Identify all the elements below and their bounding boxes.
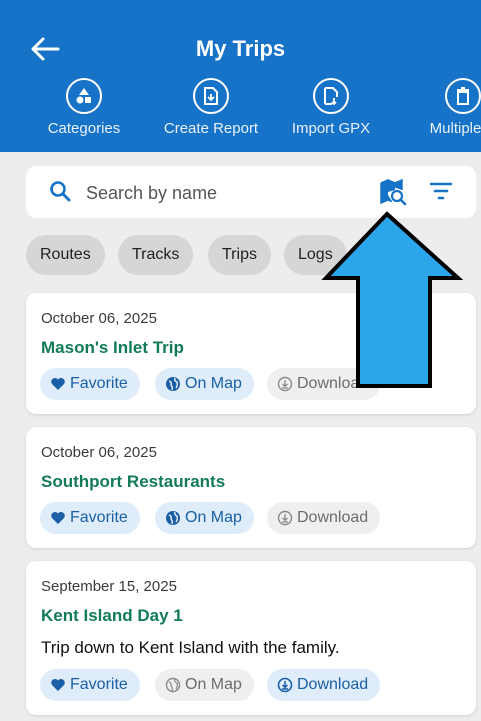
download-label: Download	[297, 676, 369, 693]
heart-icon	[51, 679, 65, 691]
search-bar	[26, 166, 476, 218]
map-search-icon[interactable]	[379, 178, 407, 206]
trip-card[interactable]: October 06, 2025 Mason's Inlet Trip Favo…	[26, 293, 476, 414]
trip-name[interactable]: Southport Restaurants	[41, 472, 225, 492]
favorite-button[interactable]: Favorite	[40, 368, 140, 400]
trash-icon	[445, 78, 481, 114]
import-icon	[313, 78, 349, 114]
chip-tracks[interactable]: Tracks	[118, 235, 194, 275]
download-icon	[277, 376, 293, 392]
trip-card[interactable]: October 06, 2025 Southport Restaurants F…	[26, 427, 476, 548]
download-label: Download	[297, 375, 369, 392]
chip-routes[interactable]: Routes	[26, 235, 105, 275]
favorite-button[interactable]: Favorite	[40, 502, 140, 534]
import-gpx-label: Import GPX	[291, 120, 371, 137]
trip-date: October 06, 2025	[41, 310, 157, 327]
action-bar: Categories Create Report Import GPX Mult…	[0, 78, 481, 146]
favorite-button[interactable]: Favorite	[40, 669, 140, 701]
categories-label: Categories	[47, 120, 121, 137]
download-icon	[277, 677, 293, 693]
import-gpx-button[interactable]: Import GPX	[271, 78, 391, 137]
download-button[interactable]: Download	[267, 368, 381, 400]
globe-icon	[166, 511, 180, 525]
download-button[interactable]: Download	[267, 502, 381, 534]
report-icon	[193, 78, 229, 114]
globe-icon	[166, 377, 180, 391]
trip-name[interactable]: Mason's Inlet Trip	[41, 338, 184, 358]
app-header: My Trips Categories Create Report Import…	[0, 0, 481, 152]
globe-icon	[165, 677, 181, 693]
create-report-label: Create Report	[163, 120, 259, 137]
categories-button[interactable]: Categories	[24, 78, 144, 137]
heart-icon	[51, 512, 65, 524]
on-map-label: On Map	[185, 676, 242, 693]
page-title: My Trips	[195, 36, 286, 61]
trip-card[interactable]: September 15, 2025 Kent Island Day 1 Tri…	[26, 561, 476, 715]
trip-description: Trip down to Kent Island with the family…	[41, 638, 340, 657]
on-map-label: On Map	[185, 375, 242, 392]
on-map-label: On Map	[185, 509, 242, 526]
heart-icon	[51, 378, 65, 390]
favorite-label: Favorite	[70, 509, 128, 526]
multiple-delete-label: Multiple D	[429, 120, 481, 137]
download-button[interactable]: Download	[267, 669, 381, 701]
create-report-button[interactable]: Create Report	[151, 78, 271, 137]
download-label: Download	[297, 509, 369, 526]
multiple-delete-button[interactable]: Multiple D	[403, 78, 481, 137]
categories-icon	[66, 78, 102, 114]
chip-trips[interactable]: Trips	[208, 235, 271, 275]
on-map-button[interactable]: On Map	[155, 368, 254, 400]
on-map-button[interactable]: On Map	[155, 669, 254, 701]
search-icon	[50, 181, 71, 202]
favorite-label: Favorite	[70, 375, 128, 392]
trip-name[interactable]: Kent Island Day 1	[41, 606, 183, 626]
filter-icon[interactable]	[430, 181, 452, 201]
favorite-label: Favorite	[70, 676, 128, 693]
download-icon	[277, 510, 293, 526]
trip-date: September 15, 2025	[41, 578, 177, 595]
chip-logs[interactable]: Logs	[284, 235, 347, 275]
search-input[interactable]	[84, 176, 378, 210]
on-map-button[interactable]: On Map	[155, 502, 254, 534]
trip-date: October 06, 2025	[41, 444, 157, 461]
